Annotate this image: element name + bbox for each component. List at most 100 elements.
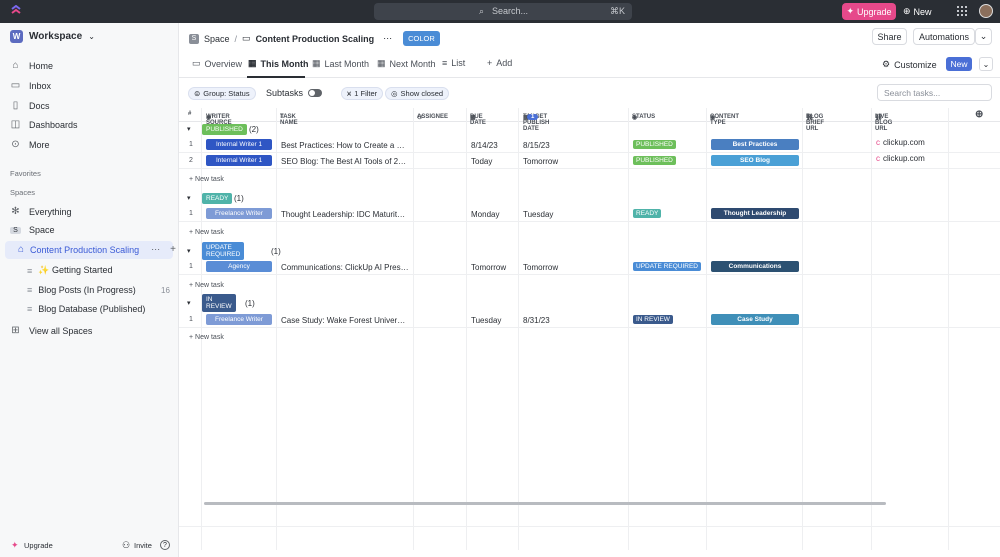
nav-docs[interactable]: ▯ Docs	[10, 100, 50, 111]
content-type-chip[interactable]: Communications	[711, 261, 799, 272]
tab-overview[interactable]: ▭ Overview	[192, 58, 242, 69]
writer-chip[interactable]: Agency	[206, 261, 272, 272]
favorites-heading[interactable]: Favorites	[10, 169, 41, 178]
task-name[interactable]: Case Study: Wake Forest University	[281, 316, 409, 325]
due-date[interactable]: Tuesday	[471, 316, 501, 325]
content-type-chip[interactable]: Thought Leadership	[711, 208, 799, 219]
row-number: 1	[189, 316, 193, 323]
group-status-pill[interactable]: ⊜ Group: Status	[188, 87, 256, 100]
writer-chip[interactable]: Freelance Writer	[206, 208, 272, 219]
folder-more-icon[interactable]: ⋯	[151, 244, 160, 255]
status-badge[interactable]: IN REVIEW	[633, 315, 673, 324]
writer-chip[interactable]: Internal Writer 1	[206, 139, 272, 150]
target-date[interactable]: Tomorrow	[523, 263, 558, 272]
due-date[interactable]: 8/14/23	[471, 141, 498, 150]
apps-grid-icon[interactable]	[956, 5, 968, 17]
sidebar-list-blog-posts[interactable]: ≡ Blog Posts (In Progress) 16	[27, 285, 172, 295]
content-type-chip[interactable]: Best Practices	[711, 139, 799, 150]
subtasks-toggle[interactable]	[308, 89, 322, 97]
add-column-icon[interactable]: ⊕	[975, 109, 983, 120]
sidebar-upgrade-link[interactable]: Upgrade	[24, 541, 53, 550]
due-date[interactable]: Today	[471, 157, 492, 166]
sidebar-folder-content-production[interactable]: ⌂ Content Production Scaling ⋯ +	[18, 244, 176, 255]
view-options-button[interactable]: ⌄	[979, 57, 993, 71]
folder-label: Content Production Scaling	[30, 244, 140, 255]
view-all-spaces[interactable]: ⊞ View all Spaces	[10, 325, 92, 336]
chevron-down-icon[interactable]: ▾	[187, 194, 191, 202]
live-url-link[interactable]: c clickup.com	[876, 154, 925, 163]
task-name[interactable]: Best Practices: How to Create a Pr...	[281, 141, 409, 150]
sidebar: W Workspace ⌄ ⌂ Home ▭ Inbox ▯ Docs ◫ Dashbo…	[0, 23, 179, 557]
show-closed-pill[interactable]: ◎ Show closed	[385, 87, 450, 100]
nav-more[interactable]: ⊙ More	[10, 139, 49, 150]
writer-chip[interactable]: Internal Writer 1	[206, 155, 272, 166]
spaces-heading[interactable]: Spaces	[10, 188, 35, 197]
folder-add-icon[interactable]: +	[170, 244, 176, 255]
new-task-link[interactable]: + New task	[189, 229, 224, 236]
content-type-chip[interactable]: SEO Blog	[711, 155, 799, 166]
help-icon[interactable]: ?	[160, 540, 170, 550]
task-name[interactable]: SEO Blog: The Best AI Tools of 2023	[281, 157, 409, 166]
new-task-link[interactable]: + New task	[189, 176, 224, 183]
status-badge[interactable]: UPDATE REQUIRED	[633, 262, 701, 271]
sidebar-item-everything[interactable]: ✻ Everything	[10, 206, 71, 217]
target-date[interactable]: Tuesday	[523, 210, 553, 219]
new-task-button[interactable]: New	[946, 57, 972, 71]
automations-dropdown[interactable]: ⌄	[975, 28, 992, 45]
tab-next-month[interactable]: ▦ Next Month	[377, 58, 436, 69]
table-row[interactable]: 2 Internal Writer 1 SEO Blog: The Best A…	[179, 153, 1000, 169]
table-row[interactable]: 1 Freelance Writer Thought Leadership: I…	[179, 206, 1000, 222]
chevron-down-icon[interactable]: ▾	[187, 299, 191, 307]
search-tasks-input[interactable]: Search tasks...	[877, 84, 992, 101]
clickup-logo-icon[interactable]	[10, 5, 22, 17]
chevron-down-icon[interactable]: ▾	[187, 125, 191, 133]
tab-this-month[interactable]: ▦ This Month	[248, 58, 309, 69]
table-row[interactable]: 1 Freelance Writer Case Study: Wake Fore…	[179, 312, 1000, 328]
horizontal-scrollbar[interactable]	[204, 502, 886, 505]
sidebar-invite-link[interactable]: Invite	[134, 541, 152, 550]
tab-last-month[interactable]: ▦ Last Month	[312, 58, 369, 69]
writer-chip[interactable]: Freelance Writer	[206, 314, 272, 325]
col-divider	[201, 108, 202, 550]
filter-pill[interactable]: ⩙ 1 Filter	[341, 87, 384, 100]
new-button-top[interactable]: ⊕ New	[903, 3, 932, 20]
content-type-chip[interactable]: Case Study	[711, 314, 799, 325]
sort-badge[interactable]: 1	[527, 114, 539, 120]
automations-button[interactable]: Automations	[913, 28, 975, 45]
tab-list[interactable]: ≡ List	[442, 58, 465, 68]
breadcrumb-space[interactable]: Space	[204, 34, 230, 44]
share-button[interactable]: Share	[872, 28, 907, 45]
target-date[interactable]: 8/31/23	[523, 316, 550, 325]
table-row[interactable]: 1 Internal Writer 1 Best Practices: How …	[179, 137, 1000, 153]
global-search[interactable]: ⌕ Search... ⌘K	[374, 3, 632, 20]
color-button[interactable]: COLOR	[403, 31, 440, 46]
sidebar-item-space[interactable]: S Space	[10, 225, 55, 235]
breadcrumb-more-icon[interactable]: ⋯	[383, 33, 392, 44]
status-badge[interactable]: PUBLISHED	[633, 140, 676, 149]
upgrade-button[interactable]: ✦ Upgrade	[842, 3, 896, 20]
due-date[interactable]: Tomorrow	[471, 263, 506, 272]
sidebar-list-blog-database[interactable]: ≡ Blog Database (Published)	[27, 304, 172, 314]
docs-icon: ▯	[12, 100, 19, 111]
chevron-down-icon[interactable]: ▾	[187, 247, 191, 255]
target-date[interactable]: Tomorrow	[523, 157, 558, 166]
table-row[interactable]: 1 Agency Communications: ClickUp AI Pres…	[179, 259, 1000, 275]
nav-home[interactable]: ⌂ Home	[10, 60, 53, 71]
nav-dashboards[interactable]: ◫ Dashboards	[10, 119, 78, 130]
nav-inbox[interactable]: ▭ Inbox	[10, 80, 51, 91]
add-view-button[interactable]: + Add	[487, 58, 512, 68]
task-name[interactable]: Thought Leadership: IDC Maturity ...	[281, 210, 409, 219]
user-avatar[interactable]	[979, 4, 993, 18]
due-date[interactable]: Monday	[471, 210, 499, 219]
status-badge[interactable]: READY	[633, 209, 662, 218]
status-badge[interactable]: PUBLISHED	[633, 156, 676, 165]
live-url-link[interactable]: c clickup.com	[876, 138, 925, 147]
sidebar-list-getting-started[interactable]: ≡ ✨ Getting Started	[27, 265, 172, 276]
target-date[interactable]: 8/15/23	[523, 141, 550, 150]
new-task-link[interactable]: + New task	[189, 282, 224, 289]
workspace-switcher[interactable]: W Workspace ⌄	[10, 30, 95, 43]
new-task-link[interactable]: + New task	[189, 334, 224, 341]
task-name[interactable]: Communications: ClickUp AI Press...	[281, 263, 409, 272]
breadcrumb-folder[interactable]: Content Production Scaling	[256, 34, 375, 44]
customize-button[interactable]: ⚙ Customize	[882, 59, 937, 70]
